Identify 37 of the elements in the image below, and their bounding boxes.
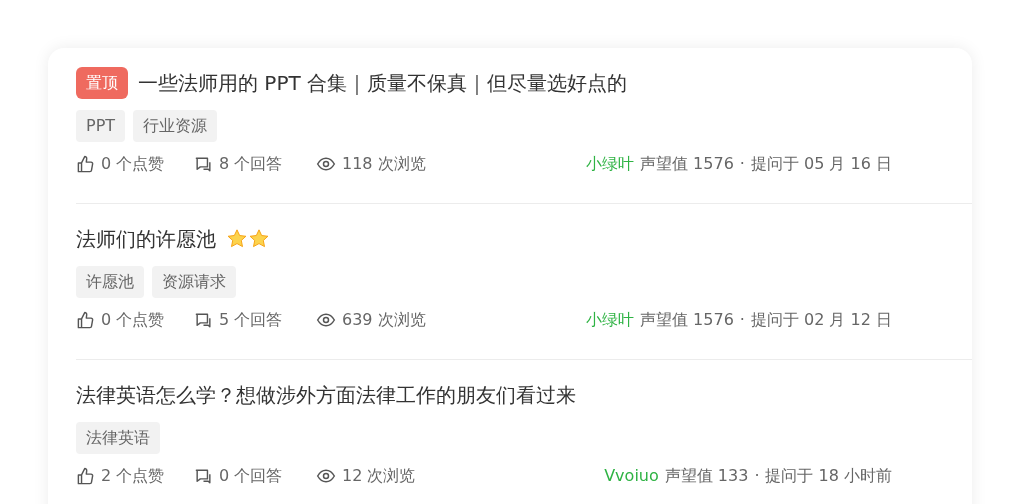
comment-icon bbox=[194, 466, 213, 486]
question-title[interactable]: 一些法师用的 PPT 合集｜质量不保真｜但尽量选好点的 bbox=[138, 68, 628, 98]
view-count: 118 次浏览 bbox=[342, 153, 426, 175]
tag[interactable]: PPT bbox=[76, 110, 126, 142]
question-time: 提问于 18 小时前 bbox=[765, 465, 892, 487]
separator-dot: · bbox=[754, 465, 760, 487]
thumbs-up-icon bbox=[76, 310, 95, 330]
view-count: 12 次浏览 bbox=[342, 465, 416, 487]
thumbs-up-icon bbox=[76, 466, 95, 486]
like-count: 2 个点赞 bbox=[101, 465, 165, 487]
thumbs-up-icon bbox=[76, 154, 95, 174]
pinned-badge: 置顶 bbox=[76, 67, 128, 99]
tag[interactable]: 行业资源 bbox=[133, 110, 218, 142]
view-count: 639 次浏览 bbox=[342, 309, 426, 331]
question-time: 提问于 02 月 12 日 bbox=[750, 309, 892, 331]
eye-icon bbox=[316, 310, 336, 330]
answer-count: 0 个回答 bbox=[219, 465, 283, 487]
question-title[interactable]: 法师们的许愿池 bbox=[76, 224, 216, 254]
eye-icon bbox=[316, 466, 336, 486]
separator-dot: · bbox=[739, 153, 745, 175]
tag[interactable]: 法律英语 bbox=[76, 422, 160, 454]
comment-icon bbox=[194, 310, 213, 330]
reputation: 声望值 1576 bbox=[640, 153, 734, 175]
question-title[interactable]: 法律英语怎么学？想做涉外方面法律工作的朋友们看过来 bbox=[76, 380, 576, 410]
question-time: 提问于 05 月 16 日 bbox=[750, 153, 892, 175]
reputation: 声望值 133 bbox=[664, 465, 749, 487]
answer-count: 8 个回答 bbox=[219, 153, 283, 175]
tag[interactable]: 许愿池 bbox=[76, 266, 144, 298]
tag[interactable]: 资源请求 bbox=[152, 266, 236, 298]
reputation: 声望值 1576 bbox=[640, 309, 734, 331]
separator-dot: · bbox=[739, 309, 745, 331]
like-count: 0 个点赞 bbox=[101, 309, 165, 331]
eye-icon bbox=[316, 154, 336, 174]
like-count: 0 个点赞 bbox=[101, 153, 165, 175]
author-name[interactable]: Vvoiuo bbox=[604, 464, 659, 488]
answer-count: 5 个回答 bbox=[219, 309, 283, 331]
comment-icon bbox=[194, 154, 213, 174]
